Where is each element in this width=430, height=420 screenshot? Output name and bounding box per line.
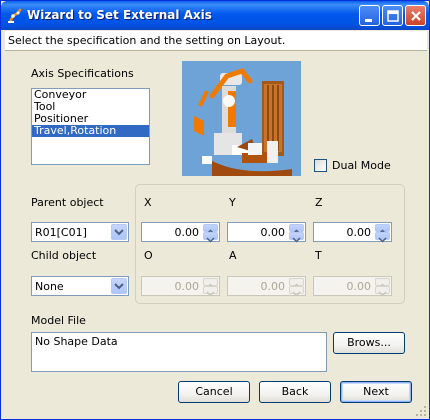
spin-up-icon[interactable] [289, 224, 304, 235]
o-spinbox: 0.00 [141, 276, 220, 297]
list-item-travel-rotation[interactable]: Travel,Rotation [32, 125, 149, 137]
spin-down-icon[interactable] [289, 232, 304, 243]
browse-button[interactable]: Brows... [333, 332, 405, 354]
spin-down-icon [203, 286, 218, 297]
close-icon [411, 11, 421, 21]
spin-up-icon[interactable] [375, 224, 390, 235]
z-label: Z [315, 196, 323, 209]
z-value: 0.00 [346, 226, 372, 239]
axis-spec-label: Axis Specifications [31, 67, 134, 80]
a-spinbox: 0.00 [227, 276, 306, 297]
cancel-button[interactable]: Cancel [178, 381, 250, 403]
t-spinbox: 0.00 [313, 276, 392, 297]
next-button[interactable]: Next [340, 381, 412, 403]
dual-mode-checkbox[interactable] [314, 159, 327, 172]
spin-up-icon [289, 278, 304, 289]
robot-preview-image [182, 61, 301, 176]
window-title: Wizard to Set External Axis [27, 8, 212, 22]
a-label: A [229, 249, 237, 262]
title-bar[interactable]: Wizard to Set External Axis [1, 1, 429, 30]
maximize-button[interactable] [382, 5, 403, 26]
spin-down-icon[interactable] [375, 232, 390, 243]
robot-arm-icon [8, 8, 22, 24]
wizard-window: Wizard to Set External Axis Select the s… [0, 0, 430, 420]
chevron-down-icon[interactable] [111, 224, 127, 240]
child-object-label: Child object [31, 249, 97, 262]
chevron-down-icon[interactable] [111, 278, 127, 294]
spin-down-icon [375, 286, 390, 297]
model-file-value: No Shape Data [35, 335, 118, 348]
z-spinbox[interactable]: 0.00 [313, 222, 392, 243]
o-value: 0.00 [174, 280, 200, 293]
robot-cell-illustration [182, 61, 301, 176]
parent-object-label: Parent object [31, 196, 104, 209]
resize-grip-icon[interactable] [415, 405, 427, 417]
x-spinbox[interactable]: 0.00 [141, 222, 220, 243]
parent-object-value: R01[C01] [35, 226, 87, 239]
minimize-button[interactable] [359, 5, 380, 26]
t-label: T [315, 249, 322, 262]
t-value: 0.00 [346, 280, 372, 293]
spin-up-icon [375, 278, 390, 289]
x-value: 0.00 [174, 226, 200, 239]
spin-down-icon [289, 286, 304, 297]
child-object-select[interactable]: None [31, 276, 129, 296]
x-label: X [144, 196, 152, 209]
maximize-icon [387, 10, 399, 22]
y-value: 0.00 [260, 226, 286, 239]
parent-object-select[interactable]: R01[C01] [31, 222, 129, 242]
o-label: O [144, 249, 153, 262]
axis-spec-list[interactable]: Conveyor Tool Positioner Travel,Rotation [31, 88, 150, 165]
child-object-value: None [35, 280, 64, 293]
close-button[interactable] [405, 5, 426, 26]
spin-down-icon[interactable] [203, 232, 218, 243]
spin-up-icon [203, 278, 218, 289]
back-button[interactable]: Back [259, 381, 331, 403]
y-spinbox[interactable]: 0.00 [227, 222, 306, 243]
model-file-label: Model File [31, 314, 86, 327]
minimize-icon [365, 19, 372, 22]
instruction-strip: Select the specification and the setting… [5, 31, 427, 51]
instruction-text: Select the specification and the setting… [8, 34, 286, 47]
spin-up-icon[interactable] [203, 224, 218, 235]
a-value: 0.00 [260, 280, 286, 293]
dual-mode-label: Dual Mode [332, 159, 391, 172]
model-file-field[interactable]: No Shape Data [31, 332, 327, 372]
y-label: Y [229, 196, 236, 209]
